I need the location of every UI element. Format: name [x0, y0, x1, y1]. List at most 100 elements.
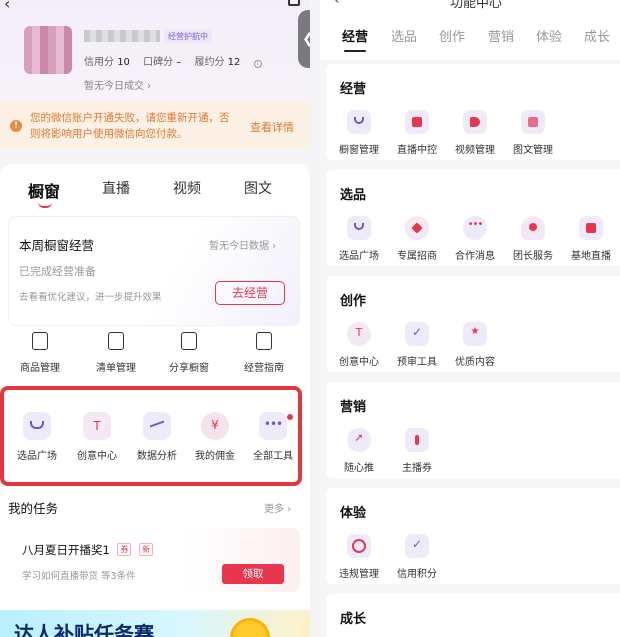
avatar[interactable] [24, 26, 72, 74]
coin-icon [230, 618, 270, 637]
username-blurred [84, 30, 160, 42]
section-experience: 体验 违规管理 ✓ 信用积分 [326, 488, 620, 584]
item-video-management[interactable]: 视频管理 [446, 110, 504, 156]
tool-my-commission-label: 我的佣金 [195, 451, 235, 462]
item-dou-plus-label: 随心推 [344, 463, 374, 474]
tool-creative-center-label: 创意中心 [77, 451, 117, 462]
item-showcase-management[interactable]: 橱窗管理 [330, 110, 388, 156]
shopping-cart-icon [347, 216, 371, 240]
score-row: 信用分 10 口碑分 – 履约分 12 i [84, 53, 262, 68]
weekly-no-data[interactable]: 暂无今日数据 › [209, 237, 276, 252]
tab-showcase[interactable]: 橱窗 [28, 178, 60, 202]
rtab-marketing[interactable]: 营销 [488, 26, 514, 45]
guard-badge[interactable]: 经营护航中 [164, 30, 212, 43]
rtab-selection[interactable]: 选品 [391, 26, 417, 45]
tab-live[interactable]: 直播 [102, 178, 130, 198]
item-graphic-management-label: 图文管理 [513, 145, 553, 156]
reputation-label: 口碑分 [143, 57, 174, 68]
section-operation: 经营 橱窗管理 直播中控 视频管理 图文管理 [326, 64, 620, 160]
yen-icon: ¥ [201, 412, 229, 440]
no-deal-text: 暂无今日成交 [84, 81, 144, 92]
item-quality-content[interactable]: ★ 优质内容 [446, 322, 504, 368]
tool-creative-center[interactable]: T 创意中心 [67, 412, 127, 462]
rtab-creation[interactable]: 创作 [439, 26, 465, 45]
more-tasks-text: 更多 [264, 504, 284, 515]
item-cooperation-messages[interactable]: ••• 合作消息 [446, 216, 504, 262]
more-tasks-link[interactable]: 更多 › [264, 500, 291, 515]
tools-row-highlight: 选品广场 T 创意中心 数据分析 ¥ 我的佣金 ••• 全部工具 [0, 386, 302, 486]
item-anchor-coupon-label: 主播券 [402, 463, 432, 474]
task-card[interactable]: 八月夏日开播奖1 券 新 学习如何直播带货 等3条件 领取 [8, 528, 300, 592]
tool-data-analysis-label: 数据分析 [137, 451, 177, 462]
item-selection-plaza[interactable]: 选品广场 [330, 216, 388, 262]
creative-icon: T [347, 322, 371, 346]
weekly-operation-card[interactable]: 本周橱窗经营 暂无今日数据 › 已完成经营准备 去看看优化建议，进一步提升效果 … [8, 216, 300, 326]
active-rtab-indicator [344, 50, 366, 52]
section-growth: 成长 [326, 594, 620, 637]
item-anchor-coupon[interactable]: 主播券 [388, 428, 446, 474]
share-showcase-label: 分享橱窗 [169, 363, 209, 374]
coupon-tag: 券 [117, 543, 132, 556]
back-icon[interactable]: ‹ [334, 0, 340, 8]
warning-icon: ! [10, 120, 22, 132]
task-subtitle: 学习如何直播带货 等3条件 [22, 571, 136, 582]
image-icon [521, 110, 545, 134]
item-base-live-label: 基地直播 [571, 251, 611, 262]
promo-banner[interactable]: 达人补贴任务赛 [0, 610, 310, 637]
chat-bubble-icon: ••• [463, 216, 487, 240]
function-center-panel: ‹ 功能中心 经营 选品 创作 营销 体验 成长 经营 橱窗管理 直播中控 视频… [320, 0, 620, 637]
item-creative-center[interactable]: T 创意中心 [330, 322, 388, 368]
item-credit-points[interactable]: ✓ 信用积分 [388, 534, 446, 580]
active-tab-indicator [38, 202, 52, 208]
section-creation-title: 创作 [340, 294, 367, 309]
tool-all-tools[interactable]: ••• 全部工具 [243, 412, 303, 462]
go-operate-button[interactable]: 去经营 [215, 281, 285, 305]
tab-graphic[interactable]: 图文 [244, 178, 272, 198]
tool-data-analysis[interactable]: 数据分析 [127, 412, 187, 462]
live-base-icon [579, 216, 603, 240]
item-graphic-management[interactable]: 图文管理 [504, 110, 562, 156]
tool-my-commission[interactable]: ¥ 我的佣金 [185, 412, 245, 462]
content-tabs: 橱窗 直播 视频 图文 [0, 164, 310, 212]
person-icon [521, 216, 545, 240]
product-management-link[interactable]: 商品管理 [4, 332, 76, 374]
item-live-control[interactable]: 直播中控 [388, 110, 446, 156]
rtab-experience[interactable]: 体验 [536, 26, 562, 45]
item-violation-management[interactable]: 违规管理 [330, 534, 388, 580]
my-tasks-title: 我的任务 [8, 501, 59, 516]
warning-text: 您的微信账户开通失败，请您重新开通，否则将影响用户使用微信向您付款。 [30, 112, 230, 140]
item-exclusive-recruit[interactable]: 专属招商 [388, 216, 446, 262]
claim-button[interactable]: 领取 [222, 564, 284, 584]
weekly-title: 本周橱窗经营 [19, 238, 95, 253]
no-deal-today[interactable]: 暂无今日成交 › [84, 77, 151, 92]
section-selection-title: 选品 [340, 188, 367, 203]
guide-book-icon [256, 332, 272, 350]
reputation-value: – [176, 57, 182, 68]
item-base-live[interactable]: 基地直播 [562, 216, 620, 262]
bell-icon[interactable] [288, 0, 300, 6]
star-icon: ★ [463, 322, 487, 346]
back-icon[interactable]: ‹ [4, 0, 10, 13]
list-management-link[interactable]: 清单管理 [80, 332, 152, 374]
item-leader-service[interactable]: 团长服务 [504, 216, 562, 262]
tool-selection-plaza[interactable]: 选品广场 [7, 412, 67, 462]
item-dou-plus[interactable]: ➚ 随心推 [330, 428, 388, 474]
tab-video[interactable]: 视频 [173, 178, 201, 198]
credit-value: 10 [117, 57, 130, 68]
rtab-growth[interactable]: 成长 [584, 26, 610, 45]
rtab-operation[interactable]: 经营 [342, 26, 368, 45]
item-pre-review-tool[interactable]: ✓ 预审工具 [388, 322, 446, 368]
section-marketing-title: 营销 [340, 400, 367, 415]
share-showcase-link[interactable]: 分享橱窗 [153, 332, 225, 374]
function-center-header: ‹ 功能中心 经营 选品 创作 营销 体验 成长 [320, 0, 620, 60]
showcase-icon [347, 110, 371, 134]
info-icon[interactable]: i [253, 60, 262, 68]
diamond-icon [405, 216, 429, 240]
product-management-label: 商品管理 [20, 363, 60, 374]
view-details-link[interactable]: 查看详情 [250, 119, 294, 135]
item-quality-content-label: 优质内容 [455, 357, 495, 368]
collapse-panel-handle[interactable]: ❮ [298, 10, 310, 68]
tool-selection-plaza-label: 选品广场 [17, 451, 57, 462]
item-selection-plaza-label: 选品广场 [339, 251, 379, 262]
operation-guide-link[interactable]: 经营指南 [228, 332, 300, 374]
